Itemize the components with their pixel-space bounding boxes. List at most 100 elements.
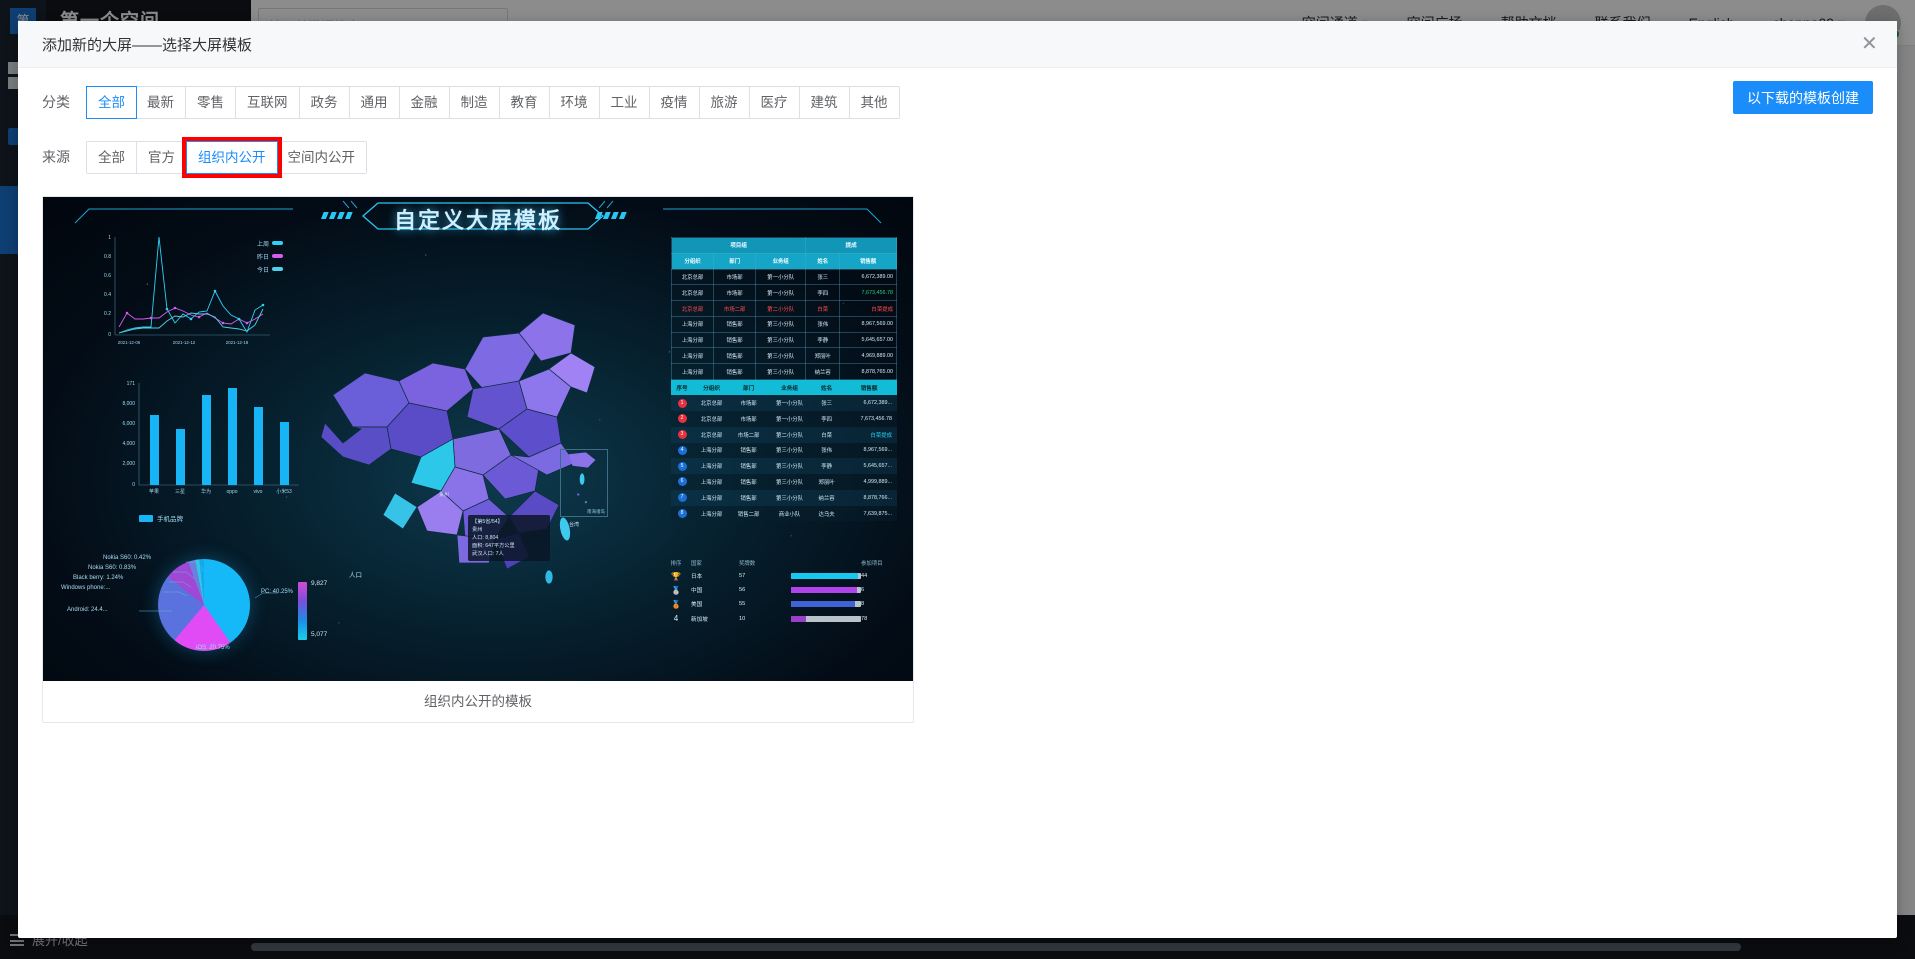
category-tab-5[interactable]: 通用 xyxy=(349,86,400,118)
category-tab-3[interactable]: 互联网 xyxy=(236,86,300,118)
legend-item-2: 今日 xyxy=(257,265,284,278)
source-tab-2[interactable]: 组织内公开 xyxy=(186,140,278,174)
ranking-bar-cell xyxy=(791,573,861,580)
category-tab-1[interactable]: 最新 xyxy=(136,86,186,118)
template-card-list: 自定义大屏模板 1 0.8 0.6 0.4 0.2 0 2021-12-06 2021-1… xyxy=(42,196,1873,723)
table2-cell-3-3: 第三小分队 xyxy=(776,448,804,455)
gradient-legend-bar xyxy=(298,582,307,640)
category-tab-2[interactable]: 零售 xyxy=(186,86,236,118)
category-tab-13[interactable]: 医疗 xyxy=(749,86,800,118)
template-card[interactable]: 自定义大屏模板 1 0.8 0.6 0.4 0.2 0 2021-12-06 2021-1… xyxy=(42,196,914,723)
table1-col-3: 姓名 xyxy=(805,252,841,270)
svg-text:6,000: 6,000 xyxy=(122,421,135,427)
dialog-header: 添加新的大屏——选择大屏模板 ✕ xyxy=(18,21,1897,68)
source-tab-1[interactable]: 官方 xyxy=(137,141,187,173)
table-row: 北京总部 市场部 第一小分队 张三 6,672,389.00 xyxy=(670,268,897,286)
table1-cell-0-2: 第一小分队 xyxy=(755,268,807,286)
table2-cell-6-4: 纳兰容 xyxy=(818,495,835,502)
svg-text:0: 0 xyxy=(108,332,111,338)
category-tab-0[interactable]: 全部 xyxy=(86,85,137,119)
map-tooltip-line-3: 面积: 647平方公里 xyxy=(472,543,515,549)
table1-cell-0-0: 北京总部 xyxy=(670,268,715,286)
table1-cell-1-2: 第一小分队 xyxy=(755,284,807,302)
map-tooltip-line-0: 【第5省/54】 xyxy=(472,519,503,525)
table2-cell-3-2: 销售部 xyxy=(740,448,757,455)
category-tab-6[interactable]: 金融 xyxy=(399,86,450,118)
table-row: 6 上海分部 销售部 第三小分队 郑丽叶 4,999,889... xyxy=(671,474,897,490)
table2-header-row: 序号 分组织 部门 业务组 姓名 销售额 xyxy=(671,380,897,396)
category-tab-8[interactable]: 教育 xyxy=(499,86,550,118)
rank-badge-icon: 5 xyxy=(677,461,687,471)
template-card-caption: 组织内公开的模板 xyxy=(424,694,532,709)
table-row: 北京总部 市场部 第一小分队 李四 7,673,456.78 xyxy=(670,284,897,302)
table1-cell-3-0: 上海分部 xyxy=(670,315,715,333)
table-row: 4 上海分部 销售部 第三小分队 张伟 8,967,569... xyxy=(671,442,897,459)
map-inset-shapes xyxy=(568,452,596,504)
template-preview-image: 自定义大屏模板 1 0.8 0.6 0.4 0.2 0 2021-12-06 2021-1… xyxy=(43,197,913,681)
pie-label-windows-phone: Windows phone:... xyxy=(61,585,111,591)
table2-cell-4-2: 销售部 xyxy=(740,464,757,471)
bar-legend-label: 手机品牌 xyxy=(157,516,183,523)
template-picker-dialog: 添加新的大屏——选择大屏模板 ✕ 以下载的模板创建 分类 全部 最新 零售 互联网 政务… xyxy=(18,21,1897,938)
table1-cell-4-4: 5,645,657.00 xyxy=(839,331,897,349)
table1-group-header-0: 项目组 xyxy=(670,237,807,254)
bar-chart: 1718,0006,000 4,0002,0000 苹果 三星 华为 oppo … xyxy=(122,381,299,495)
table1-cell-0-1: 市场部 xyxy=(713,268,757,286)
sales-table-top: 项目组 提成 分组织 部门 业务组 姓名 销售额 北京总部 市场部 第一小分队 张三 6,672… xyxy=(670,237,897,381)
svg-text:0.4: 0.4 xyxy=(104,292,111,298)
table1-col-1: 部门 xyxy=(713,252,757,270)
category-tab-9[interactable]: 环境 xyxy=(549,86,600,118)
category-tab-15[interactable]: 其他 xyxy=(849,86,899,118)
table2-cell-7-4: 达乌夫 xyxy=(818,511,835,518)
map-shapes xyxy=(320,312,596,585)
category-tab-12[interactable]: 旅游 xyxy=(699,86,750,118)
ranking-header-2: 奖牌数 xyxy=(739,561,756,567)
table1-cell-6-0: 上海分部 xyxy=(670,363,715,381)
table2-cell-3-0: 4 xyxy=(671,443,693,459)
source-tab-3[interactable]: 空间内公开 xyxy=(276,141,366,173)
pie-label-pc: PC: 40.25% xyxy=(261,589,294,595)
sales-table-bottom: 序号 分组织 部门 业务组 姓名 销售额 1 北京总部 市场部 第一小分队 张三 6,672,389… xyxy=(671,380,897,522)
category-tab-4[interactable]: 政务 xyxy=(299,86,350,118)
table1-cell-6-1: 销售部 xyxy=(713,363,757,381)
category-tab-7[interactable]: 制造 xyxy=(449,86,500,118)
table1-cell-0-4: 6,672,389.00 xyxy=(839,268,897,286)
table2-cell-5-0: 6 xyxy=(671,474,693,490)
source-tab-0[interactable]: 全部 xyxy=(87,141,137,173)
create-from-downloaded-template-button[interactable]: 以下载的模板创建 xyxy=(1733,81,1873,114)
category-tab-11[interactable]: 疫情 xyxy=(649,86,700,118)
legend-item-1: 昨日 xyxy=(257,252,284,265)
table2-cell-2-3: 第二小分队 xyxy=(776,432,804,439)
ranking-bar-fill xyxy=(791,615,807,622)
map-tooltip-line-4: 武汉人口: 7人 xyxy=(472,551,504,557)
table2-cell-2-0: 3 xyxy=(671,427,693,443)
ranking-row: 🥉 美国 55 8 xyxy=(661,597,897,611)
ranking-projects: 78 xyxy=(861,615,868,622)
table1-cell-0-3: 张三 xyxy=(805,268,841,286)
pie-label-nokia-0-83: Nokia S60: 0.83% xyxy=(88,565,137,571)
table1-cell-2-0: 北京总部 xyxy=(670,300,715,317)
map-label-guizhou: 贵州 xyxy=(439,492,450,498)
table1-cell-1-4: 7,673,456.78 xyxy=(839,284,897,302)
table1-cell-5-0: 上海分部 xyxy=(670,347,715,365)
table2-cell-2-4: 白菜 xyxy=(821,432,832,439)
category-filter-label: 分类 xyxy=(42,94,70,110)
ranking-bar xyxy=(791,573,861,580)
svg-text:171: 171 xyxy=(127,381,136,387)
table1-cell-3-1: 销售部 xyxy=(713,315,757,333)
rank-badge-icon: 1 xyxy=(677,398,687,408)
table2-col-0: 序号 xyxy=(671,380,694,396)
map-label-taiwan: 台湾 xyxy=(569,522,580,528)
legend-label-0: 上周 xyxy=(257,242,270,248)
table-row: 8 上海分部 销售二部 商业小队 达乌夫 7,639,875... xyxy=(671,505,897,522)
svg-text:oppo: oppo xyxy=(226,489,237,495)
svg-text:2021-12-12: 2021-12-12 xyxy=(173,340,196,345)
category-tab-10[interactable]: 工业 xyxy=(599,86,650,118)
category-tab-14[interactable]: 建筑 xyxy=(799,86,850,118)
svg-text:vivo: vivo xyxy=(254,489,263,495)
table1-cell-5-3: 郑丽叶 xyxy=(805,347,841,365)
close-icon[interactable]: ✕ xyxy=(1855,31,1881,57)
table2-cell-0-5: 6,672,389... xyxy=(863,400,892,407)
table-row: 北京总部 市场二部 第二小分队 白菜 白菜提成 xyxy=(670,300,897,317)
table1-cell-4-1: 销售部 xyxy=(713,331,757,349)
